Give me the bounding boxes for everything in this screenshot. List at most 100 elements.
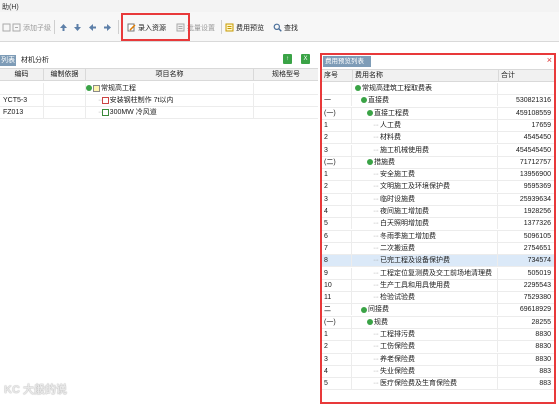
cost-row[interactable]: (一) 直接工程费 459108559 bbox=[322, 107, 554, 120]
cost-name-text: 生产工具和用具使用费 bbox=[379, 281, 450, 289]
basis-cell bbox=[44, 107, 86, 118]
cost-name-text: 规费 bbox=[374, 318, 388, 326]
seq-cell: 5 bbox=[324, 218, 352, 230]
seq-cell: 2 bbox=[324, 132, 352, 144]
cost-row[interactable]: 4 ··· 失业保险费 883 bbox=[322, 365, 554, 379]
cost-name-text: 常规高建筑工程取费表 bbox=[362, 85, 432, 92]
cost-row[interactable]: 3 ··· 临时设施费 25939634 bbox=[322, 193, 554, 206]
collapse-icon[interactable] bbox=[367, 158, 373, 165]
cost-row[interactable]: 2 ··· 文明施工及环境保护费 9595369 bbox=[322, 181, 554, 194]
basis-cell bbox=[44, 83, 86, 94]
cost-name-cell: ··· 冬雨季施工增加费 bbox=[353, 230, 498, 242]
spec-cell bbox=[254, 95, 318, 106]
cost-name-cell: ··· 材料费 bbox=[353, 132, 498, 144]
cost-row[interactable]: 11 ··· 检验试验费 7529380 bbox=[322, 292, 554, 305]
move-left-button[interactable] bbox=[88, 21, 97, 34]
cost-name-text: 失业保险费 bbox=[379, 367, 415, 375]
table-row[interactable]: YCT5-3 ·· 安装钢柱制作 7t以内 bbox=[0, 95, 318, 107]
cost-row[interactable]: 9 ··· 工程定位复测费及交工前场地清理费 505019 bbox=[322, 267, 554, 280]
move-up-button[interactable] bbox=[59, 21, 68, 34]
move-right-button[interactable] bbox=[103, 21, 112, 34]
cost-row[interactable]: 5 ··· 医疗保险费及生育保险费 883 bbox=[322, 378, 554, 391]
collapse-icon[interactable] bbox=[355, 85, 361, 92]
batch-settings-label: 批量设置 bbox=[187, 24, 215, 32]
cost-row[interactable]: (一) 规费 28255 bbox=[322, 316, 554, 329]
cost-row[interactable]: 5 ··· 白天照明增加费 1377326 bbox=[322, 218, 554, 231]
leaf-connector: ··· bbox=[373, 195, 380, 203]
cost-row[interactable]: 1 ··· 工程排污费 8830 bbox=[322, 329, 554, 342]
cost-row[interactable]: 1 ··· 安全施工费 13956900 bbox=[322, 169, 554, 182]
column-header[interactable]: 序号 bbox=[324, 70, 353, 82]
seq-cell: 1 bbox=[324, 169, 352, 181]
leaf-connector: ··· bbox=[373, 269, 380, 277]
total-cell: 505019 bbox=[527, 269, 551, 277]
delete-button[interactable] bbox=[2, 21, 11, 34]
export-icon[interactable]: ↑ bbox=[283, 54, 292, 64]
column-header[interactable]: 编制依据 bbox=[44, 69, 86, 81]
spec-cell bbox=[254, 83, 318, 94]
excel-icon[interactable]: X bbox=[301, 54, 310, 64]
help-menu[interactable]: 助(H) bbox=[2, 2, 19, 12]
cost-preview-button[interactable]: 费用预览 bbox=[225, 21, 264, 34]
folder-check-icon[interactable] bbox=[93, 84, 100, 92]
cost-row[interactable]: 7 ··· 二次搬运费 2754651 bbox=[322, 242, 554, 256]
cost-row[interactable]: 一 直接费 530821316 bbox=[322, 95, 554, 108]
tab-cost-preview-list[interactable]: 费用预览列表 bbox=[323, 56, 371, 67]
column-header[interactable]: 项目名称 bbox=[86, 69, 254, 81]
move-down-button[interactable] bbox=[73, 21, 82, 34]
cost-name-text: 医疗保险费及生育保险费 bbox=[379, 380, 457, 388]
cost-row[interactable]: 8 ··· 已完工程及设备保护费 734574 bbox=[322, 255, 554, 268]
cost-name-cell: ··· 夜间施工增加费 bbox=[353, 206, 498, 217]
column-header[interactable]: 规格型号 bbox=[254, 69, 318, 81]
name-cell: 常规高工程 bbox=[86, 83, 254, 94]
cost-row[interactable]: 6 ··· 冬雨季施工增加费 5096105 bbox=[322, 230, 554, 243]
cost-row[interactable]: 10 ··· 生产工具和用具使用费 2295543 bbox=[322, 279, 554, 293]
cost-name-cell: ··· 工程排污费 bbox=[353, 329, 498, 340]
collapse-icon[interactable] bbox=[367, 109, 373, 116]
collapse-icon[interactable] bbox=[361, 97, 367, 104]
cost-name-cell: 措施费 bbox=[353, 156, 498, 168]
cost-row[interactable]: 2 ··· 材料费 4545450 bbox=[322, 132, 554, 145]
seq-cell: 6 bbox=[324, 230, 352, 242]
cost-row[interactable]: 2 ··· 工伤保险费 8830 bbox=[322, 341, 554, 354]
column-header[interactable]: 费用名称 bbox=[353, 70, 499, 82]
search-icon bbox=[273, 23, 282, 32]
cost-row[interactable]: 3 ··· 养老保险费 8830 bbox=[322, 353, 554, 366]
cost-name-cell: ··· 文明施工及环境保护费 bbox=[353, 181, 498, 193]
tab-material-analysis[interactable]: 材机分析 bbox=[18, 55, 52, 66]
column-header[interactable]: 合计 bbox=[499, 70, 554, 82]
equipment-icon bbox=[101, 108, 109, 116]
cost-table-header: 序号 费用名称 合计 bbox=[322, 69, 554, 82]
seq-cell: 9 bbox=[324, 267, 352, 279]
search-button[interactable]: 查找 bbox=[273, 21, 298, 34]
column-header[interactable]: 编码 bbox=[0, 69, 44, 81]
cost-row[interactable]: 二 间接费 69618929 bbox=[322, 304, 554, 317]
cost-row[interactable]: 常规高建筑工程取费表 bbox=[322, 83, 554, 96]
tab-list[interactable]: 列表 bbox=[0, 55, 16, 66]
spec-cell bbox=[254, 107, 318, 118]
collapse-icon[interactable] bbox=[367, 318, 373, 325]
table-row[interactable]: 常规高工程 bbox=[0, 83, 318, 95]
add-sub-label: 添加子级 bbox=[23, 24, 51, 32]
table-row[interactable]: FZ013 ·· 300MW 冷风道 bbox=[0, 107, 318, 119]
cost-row[interactable]: 1 ··· 人工费 17659 bbox=[322, 119, 554, 133]
code-cell: YCT5-3 bbox=[3, 95, 44, 106]
collapse-icon[interactable] bbox=[361, 306, 367, 313]
total-cell: 7529380 bbox=[523, 294, 551, 302]
cost-name-text: 检验试验费 bbox=[379, 294, 415, 302]
watermark: KC 大般的说 bbox=[4, 384, 67, 396]
cost-row[interactable]: (二) 措施费 71712757 bbox=[322, 156, 554, 170]
cost-row[interactable]: 4 ··· 夜间施工增加费 1928256 bbox=[322, 206, 554, 219]
seq-cell bbox=[324, 83, 352, 94]
collapse-icon[interactable] bbox=[86, 85, 92, 92]
close-icon[interactable]: × bbox=[547, 55, 552, 66]
cost-row[interactable]: 3 ··· 施工机械使用费 454545450 bbox=[322, 144, 554, 157]
add-sub-button[interactable]: 添加子级 bbox=[12, 21, 51, 34]
seq-cell: 7 bbox=[324, 242, 352, 254]
leaf-connector: ··· bbox=[373, 244, 380, 252]
menu-strip: 助(H) bbox=[0, 0, 559, 12]
arrow-left-icon bbox=[88, 23, 97, 32]
cost-name-cell: ··· 已完工程及设备保护费 bbox=[353, 255, 498, 267]
cost-name-text: 养老保险费 bbox=[379, 355, 415, 363]
delete-icon bbox=[2, 23, 11, 32]
